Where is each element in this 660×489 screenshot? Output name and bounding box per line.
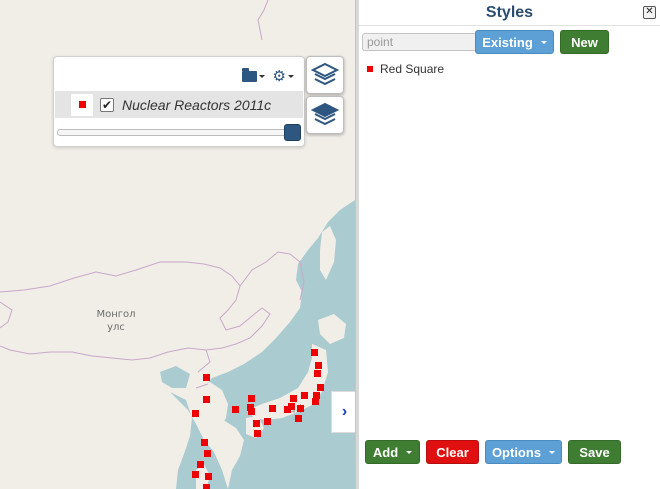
caret-down-icon	[406, 450, 413, 454]
caret-down-icon	[549, 450, 556, 454]
reactor-marker[interactable]	[290, 395, 297, 402]
reactor-marker[interactable]	[205, 473, 212, 480]
reactor-marker[interactable]	[204, 450, 211, 457]
reactor-marker[interactable]	[201, 439, 208, 446]
chevron-right-icon[interactable]: ›	[331, 391, 355, 433]
options-dropdown-button[interactable]: Options	[485, 440, 562, 464]
reactor-marker[interactable]	[232, 406, 239, 413]
clear-button[interactable]: Clear	[426, 440, 479, 464]
new-label: New	[571, 34, 598, 50]
reactor-marker[interactable]	[203, 374, 210, 381]
layers-active-icon	[311, 102, 339, 126]
existing-label: Existing	[482, 34, 533, 50]
reactor-marker[interactable]	[317, 384, 324, 391]
styles-panel: Styles ✕ Existing New Red Square Add Cle…	[359, 0, 660, 489]
reactor-marker[interactable]	[254, 430, 261, 437]
style-item-label: Red Square	[380, 62, 445, 76]
add-dropdown-button[interactable]: Add	[365, 440, 420, 464]
styles-panel-header: Styles ✕	[359, 0, 660, 26]
reactor-marker[interactable]	[315, 362, 322, 369]
opacity-slider-handle[interactable]	[284, 124, 301, 141]
reactor-marker[interactable]	[203, 484, 210, 489]
layers-toggle-button[interactable]	[306, 56, 344, 94]
gears-icon[interactable]: ⚙	[273, 69, 294, 84]
layer-style-swatch[interactable]	[71, 93, 93, 116]
layer-name: Nuclear Reactors 2011c	[122, 96, 272, 113]
add-label: Add	[372, 444, 399, 460]
caret-down-icon	[540, 40, 547, 44]
save-button[interactable]: Save	[568, 440, 621, 464]
reactor-marker[interactable]	[269, 405, 276, 412]
opacity-slider-track[interactable]	[57, 129, 295, 136]
layer-panel: ⚙ ✔ Nuclear Reactors 2011c	[53, 56, 305, 147]
reactor-marker[interactable]	[203, 396, 210, 403]
reactor-marker[interactable]	[197, 461, 204, 468]
reactor-marker[interactable]	[253, 420, 260, 427]
existing-dropdown-button[interactable]: Existing	[475, 30, 554, 54]
layer-visibility-checkbox[interactable]: ✔	[100, 97, 114, 112]
reactor-marker[interactable]	[192, 471, 199, 478]
save-label: Save	[579, 444, 610, 460]
layer-row[interactable]: ✔ Nuclear Reactors 2011c	[55, 91, 303, 118]
styles-layers-button[interactable]	[306, 96, 344, 134]
layers-icon	[311, 62, 339, 86]
reactor-marker[interactable]	[314, 370, 321, 377]
reactor-marker[interactable]	[301, 392, 308, 399]
close-icon[interactable]: ✕	[643, 6, 656, 19]
new-style-button[interactable]: New	[560, 30, 609, 54]
layer-panel-toolbar: ⚙	[241, 65, 294, 87]
style-list-item[interactable]: Red Square	[367, 62, 444, 76]
reactor-marker[interactable]	[297, 405, 304, 412]
reactor-marker[interactable]	[264, 418, 271, 425]
reactor-marker[interactable]	[248, 395, 255, 402]
red-square-swatch	[367, 66, 373, 72]
folder-icon[interactable]	[241, 67, 265, 82]
reactor-marker[interactable]	[248, 408, 255, 415]
reactor-marker[interactable]	[311, 349, 318, 356]
styles-panel-title: Styles	[485, 4, 534, 21]
clear-label: Clear	[436, 444, 469, 460]
map-view[interactable]: Монгол улс 日本 ⚙ ✔ Nuclear Reactors 2011c…	[0, 0, 355, 489]
options-label: Options	[491, 444, 542, 460]
reactor-marker[interactable]	[312, 398, 319, 405]
map-label-mongolia: Монгол улс	[96, 309, 136, 333]
reactor-marker[interactable]	[192, 410, 199, 417]
reactor-marker[interactable]	[284, 406, 291, 413]
style-filter-input[interactable]	[362, 33, 477, 51]
reactor-marker[interactable]	[295, 415, 302, 422]
